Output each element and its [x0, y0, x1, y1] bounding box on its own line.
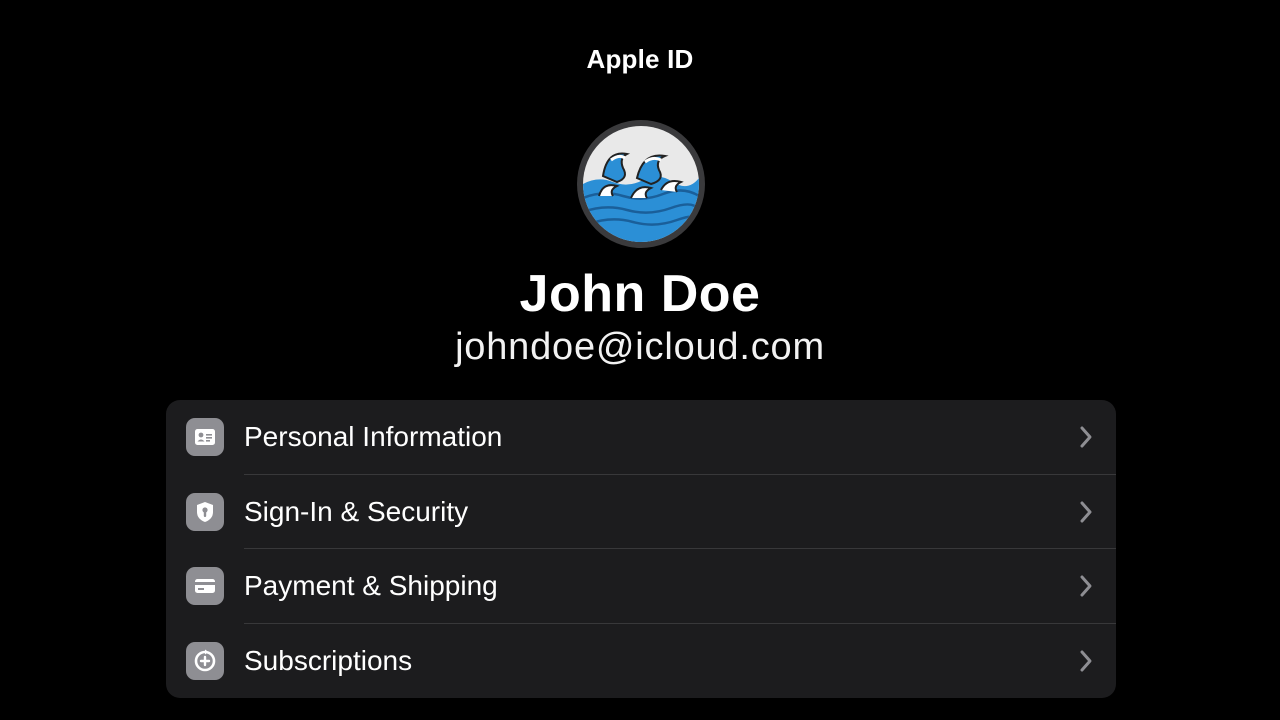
- chevron-right-icon: [1080, 650, 1092, 672]
- subscriptions-label: Subscriptions: [244, 644, 413, 676]
- subscriptions-icon: [186, 641, 224, 680]
- shield-icon: [186, 492, 224, 531]
- account-settings-list: Personal Information Sign-In & Security: [166, 400, 1116, 698]
- avatar[interactable]: [577, 120, 705, 248]
- chevron-right-icon: [1080, 575, 1092, 597]
- chevron-right-icon: [1080, 426, 1092, 448]
- chevron-right-icon: [1080, 501, 1092, 523]
- id-card-icon: [186, 418, 224, 457]
- personal-information-label: Personal Information: [244, 421, 503, 453]
- sign-in-security-label: Sign-In & Security: [244, 495, 469, 527]
- personal-information-row[interactable]: Personal Information: [166, 400, 1116, 475]
- payment-shipping-row[interactable]: Payment & Shipping: [166, 549, 1116, 624]
- payment-shipping-label: Payment & Shipping: [244, 570, 498, 602]
- page-title: Apple ID: [586, 44, 694, 74]
- subscriptions-row[interactable]: Subscriptions: [166, 624, 1116, 699]
- sign-in-security-row[interactable]: Sign-In & Security: [166, 475, 1116, 549]
- credit-card-icon: [186, 567, 224, 606]
- user-email: johndoe@icloud.com: [455, 326, 825, 368]
- ocean-waves-avatar-icon: [583, 126, 699, 242]
- user-name: John Doe: [519, 265, 761, 323]
- apple-id-screen: Apple ID John Doe johndoe@icloud.com Per…: [0, 0, 1280, 720]
